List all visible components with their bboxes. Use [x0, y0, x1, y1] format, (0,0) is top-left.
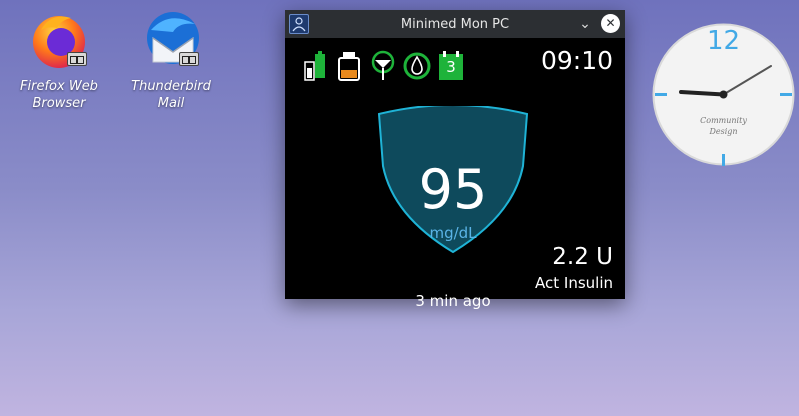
monitor-panel: 3 09:10 95 mg/dL 2.2 U Act Insulin 3 min… [285, 38, 625, 310]
active-insulin-label: Act Insulin [535, 274, 613, 292]
glucose-value: 95 [418, 158, 488, 221]
window-title: Minimed Mon PC [400, 16, 510, 32]
minimize-button[interactable]: ⌄ [575, 14, 595, 34]
calendar-icon: 3 [437, 50, 465, 82]
last-reading-time: 3 min ago [415, 292, 491, 310]
clock-numeral-12: 12 [706, 26, 741, 56]
insulin-reservoir-icon [335, 50, 363, 82]
desktop-icon-thunderbird[interactable]: Thunderbird Mail [126, 8, 216, 112]
shortcut-badge-icon [179, 52, 199, 66]
desktop-icon-firefox[interactable]: Firefox Web Browser [14, 8, 104, 112]
current-time: 09:10 [540, 46, 613, 75]
sensor-signal-icon [369, 50, 397, 82]
calendar-badge: 3 [446, 58, 456, 76]
close-button[interactable]: ✕ [601, 14, 620, 33]
window-titlebar[interactable]: Minimed Mon PC ⌄ ✕ [285, 10, 625, 38]
clock-brand-line1: Community [700, 116, 747, 125]
app-icon[interactable] [289, 14, 309, 34]
sensor-status-icon [403, 50, 431, 82]
thunderbird-icon [139, 8, 203, 72]
minimed-window: Minimed Mon PC ⌄ ✕ 3 09:10 95 mg/dL 2.2 … [285, 10, 625, 310]
desktop-icon-label: Browser [32, 96, 86, 111]
active-insulin-value: 2.2 U [552, 244, 613, 270]
desktop-icon-label: Mail [157, 96, 185, 111]
analog-clock-widget[interactable]: 12 Community Design [651, 22, 796, 167]
desktop-icon-label: Firefox Web [20, 79, 98, 94]
clock-brand-line2: Design [709, 127, 738, 136]
battery-icon [301, 50, 329, 82]
shortcut-badge-icon [67, 52, 87, 66]
firefox-icon [27, 8, 91, 72]
glucose-unit: mg/dL [429, 224, 477, 242]
desktop-icon-label: Thunderbird [131, 79, 211, 94]
status-icon-row: 3 [301, 50, 465, 82]
